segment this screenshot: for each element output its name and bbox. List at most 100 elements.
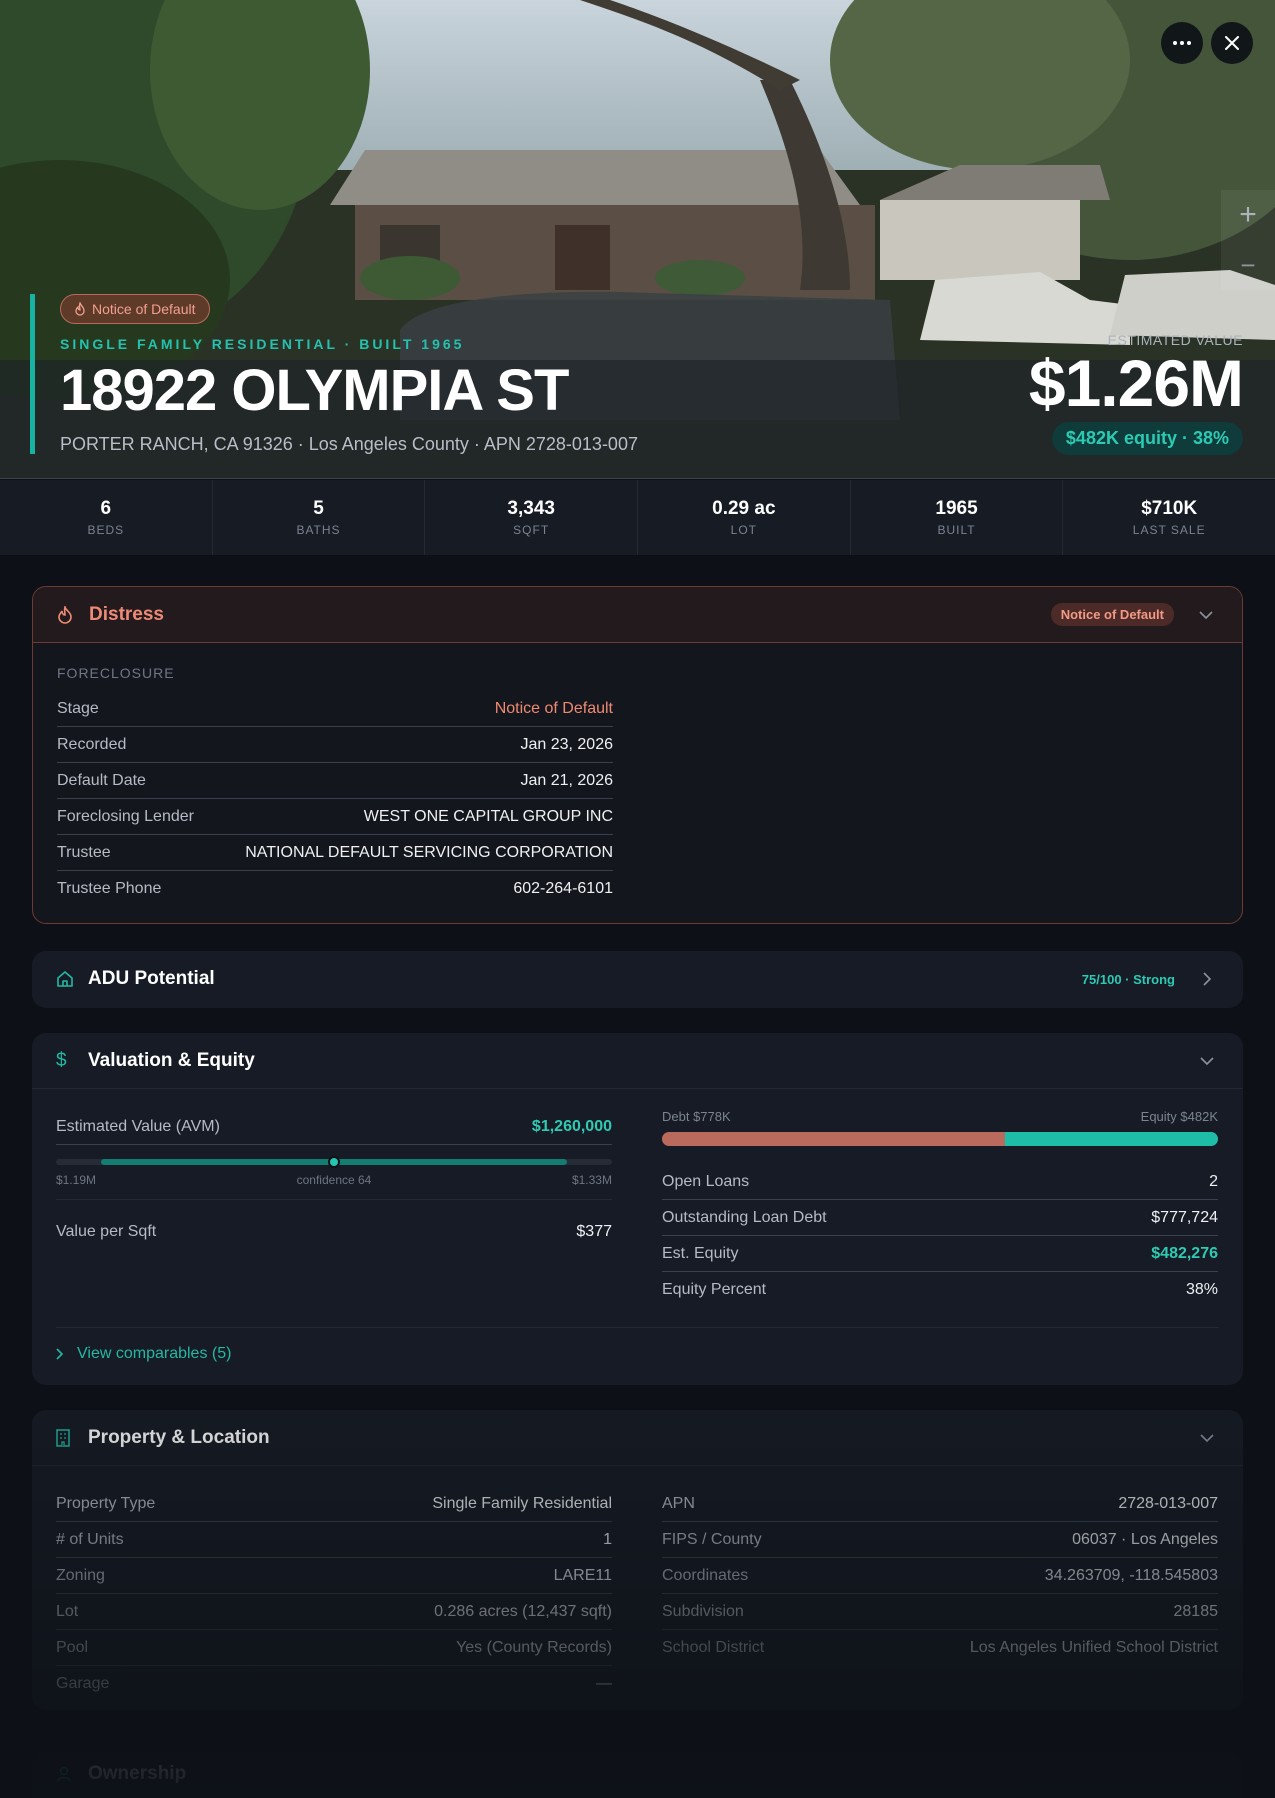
detail-row-lender: Foreclosing Lender WEST ONE CAPITAL GROUP… (57, 799, 613, 835)
distress-card: Distress Notice of Default FORECLOSURE S… (32, 586, 1243, 924)
stat-label: BUILT (937, 523, 976, 537)
chevron-down-icon[interactable] (1195, 1433, 1219, 1442)
stat-last-sale: $710K LAST SALE (1063, 480, 1275, 555)
valuation-card-header[interactable]: $ Valuation & Equity (32, 1033, 1243, 1089)
detail-value: — (596, 1675, 612, 1692)
stat-value: 6 (100, 498, 112, 519)
detail-label: Garage (56, 1675, 110, 1692)
property-details-left: Property Type Single Family Residential #… (56, 1486, 612, 1702)
detail-label: Subdivision (662, 1602, 744, 1620)
stat-label: LOT (730, 523, 758, 537)
vpsf-label: Value per Sqft (56, 1223, 157, 1240)
detail-value: 34.263709, -118.545803 (1044, 1566, 1218, 1584)
detail-value: LARE11 (553, 1566, 612, 1584)
detail-value: NATIONAL DEFAULT SERVICING CORPORATION (245, 843, 613, 861)
detail-row-units: # of Units 1 (56, 1522, 612, 1558)
detail-label: Pool (56, 1638, 89, 1656)
detail-label: Default Date (57, 771, 146, 789)
stat-value: 5 (313, 498, 324, 519)
value-per-sqft-row: Value per Sqft $377 (56, 1214, 612, 1250)
flame-icon (57, 605, 77, 624)
detail-row-property-type: Property Type Single Family Residential (56, 1486, 612, 1522)
stat-built: 1965 BUILT (851, 480, 1064, 555)
detail-value: 602-264-6101 (513, 880, 613, 897)
equity-segment (1005, 1132, 1218, 1146)
detail-value: WEST ONE CAPITAL GROUP INC (363, 807, 613, 825)
detail-value: Single Family Residential (432, 1494, 612, 1512)
est-equity-row: Est. Equity $482,276 (662, 1236, 1218, 1272)
stat-baths: 5 BATHS (213, 480, 426, 555)
dollar-icon: $ (56, 1049, 67, 1071)
detail-row-fips: FIPS / County 06037 · Los Angeles (662, 1522, 1218, 1558)
building-icon (56, 1428, 76, 1447)
detail-value: 06037 · Los Angeles (1072, 1530, 1218, 1548)
stat-beds: 6 BEDS (0, 480, 213, 555)
detail-label: Trustee (57, 843, 111, 861)
detail-row-garage: Garage — (56, 1666, 612, 1702)
close-button[interactable] (1211, 22, 1253, 64)
detail-label: Trustee Phone (57, 880, 162, 897)
property-title: Property & Location (88, 1426, 270, 1448)
debt-equity-labels: Debt $778K Equity $482K (662, 1109, 1218, 1124)
detail-value: Yes (County Records) (456, 1638, 612, 1656)
detail-row-pool: Pool Yes (County Records) (56, 1630, 612, 1666)
detail-row-apn: APN 2728-013-007 (662, 1486, 1218, 1522)
detail-label: Coordinates (662, 1566, 749, 1584)
chevron-down-icon[interactable] (1195, 1056, 1219, 1065)
street-view-zoom: + − (1221, 190, 1275, 290)
zoom-in-button[interactable]: + (1221, 190, 1275, 240)
detail-row-subdivision: Subdivision 28185 (662, 1594, 1218, 1630)
distress-badge-label: Notice of Default (92, 301, 196, 317)
detail-label: Lot (56, 1602, 79, 1620)
valuation-equity-card: $ Valuation & Equity Estimated Value (AV… (32, 1033, 1243, 1385)
detail-row-trustee: Trustee NATIONAL DEFAULT SERVICING CORPOR… (57, 835, 613, 871)
more-icon (1173, 41, 1191, 45)
detail-label: # of Units (56, 1530, 124, 1548)
detail-label: School District (662, 1639, 765, 1656)
detail-row-coordinates: Coordinates 34.263709, -118.545803 (662, 1558, 1218, 1594)
ownership-card-header[interactable]: Ownership (32, 1752, 1243, 1796)
loan-debt-row: Outstanding Loan Debt $777,724 (662, 1200, 1218, 1236)
detail-value: 38% (1185, 1281, 1218, 1298)
debt-segment (662, 1132, 1006, 1146)
adu-potential-card[interactable]: ADU Potential 75/100 · Strong (32, 951, 1243, 1008)
valuation-title: Valuation & Equity (88, 1049, 255, 1071)
divider (56, 1327, 1219, 1328)
detail-row-trustee-phone: Trustee Phone 602-264-6101 (57, 871, 613, 907)
detail-label: Recorded (57, 735, 127, 753)
confidence-label: confidence 64 (296, 1173, 372, 1187)
detail-label: Equity Percent (662, 1281, 767, 1298)
property-details-right: APN 2728-013-007 FIPS / County 06037 · Los… (662, 1486, 1218, 1666)
more-options-button[interactable] (1161, 22, 1203, 64)
detail-value: 2728-013-007 (1118, 1494, 1218, 1512)
detail-value: Los Angeles Unified School District (969, 1639, 1218, 1656)
chevron-right-icon[interactable] (1195, 972, 1219, 986)
avm-range-labels: $1.19M confidence 64 $1.33M (56, 1173, 612, 1200)
estimated-value: $1.26M (1028, 346, 1244, 420)
minus-icon: − (1240, 249, 1256, 280)
zoom-out-button[interactable]: − (1221, 240, 1275, 290)
stat-label: LAST SALE (1132, 523, 1206, 537)
detail-label: Open Loans (662, 1172, 750, 1190)
ownership-card[interactable]: Ownership (32, 1752, 1243, 1798)
detail-label: Outstanding Loan Debt (662, 1208, 827, 1226)
adu-score: 75/100 · Strong (1081, 971, 1175, 987)
stat-sqft: 3,343 SQFT (425, 480, 639, 555)
chevron-down-icon[interactable] (1194, 610, 1218, 619)
stat-label: SQFT (513, 523, 550, 537)
stat-value: $710K (1141, 498, 1198, 519)
detail-row-stage: Stage Notice of Default (57, 691, 613, 727)
debt-equity-bar (662, 1132, 1218, 1146)
detail-value: $482,276 (1151, 1244, 1218, 1262)
home-icon (56, 970, 76, 988)
view-comparables-link[interactable]: View comparables (5) (56, 1345, 231, 1363)
adu-card-header[interactable]: ADU Potential 75/100 · Strong (32, 951, 1243, 1007)
plus-icon: + (1239, 198, 1257, 231)
avm-value: $1,260,000 (531, 1117, 612, 1135)
equity-percent-row: Equity Percent 38% (662, 1272, 1218, 1308)
detail-value: 1 (603, 1530, 612, 1548)
distress-card-header[interactable]: Distress Notice of Default (33, 587, 1242, 643)
property-card-header[interactable]: Property & Location (32, 1410, 1243, 1466)
property-subaddress: PORTER RANCH, CA 91326 · Los Angeles Cou… (60, 434, 638, 454)
open-loans-row: Open Loans 2 (662, 1164, 1218, 1200)
